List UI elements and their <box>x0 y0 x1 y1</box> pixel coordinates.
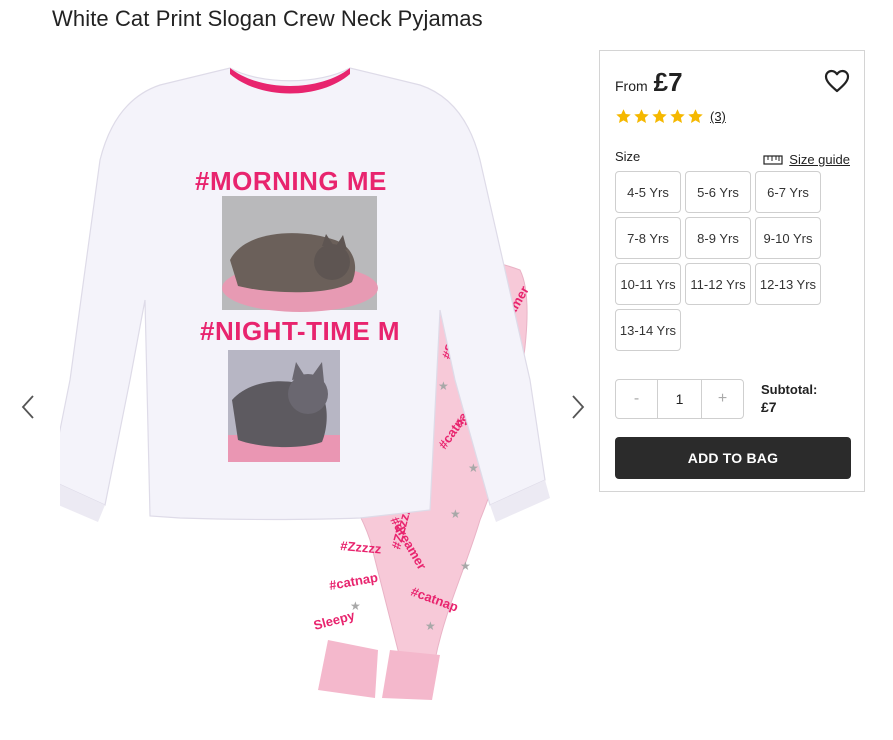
gallery-prev-button[interactable] <box>18 392 40 422</box>
purchase-panel: From £7 (3) Size Size guide 4-5 Yrs 5-6 … <box>599 50 865 492</box>
slogan-top: #MORNING ME <box>195 166 387 196</box>
svg-text:★: ★ <box>460 559 471 573</box>
product-image: #dreamer #Sleepy #catnap #Sleepy #dreame… <box>60 67 550 700</box>
price-row: From £7 <box>615 67 683 98</box>
rating: (3) <box>615 108 726 125</box>
ruler-icon <box>763 154 783 165</box>
slogan-bottom: #NIGHT-TIME M <box>200 316 400 346</box>
size-option[interactable]: 8-9 Yrs <box>685 217 751 259</box>
svg-text:★: ★ <box>350 599 361 613</box>
svg-text:★: ★ <box>468 461 479 475</box>
star-icon <box>616 109 631 123</box>
size-option[interactable]: 11-12 Yrs <box>685 263 751 305</box>
quantity-input[interactable]: 1 <box>658 379 701 419</box>
subtotal-value: £7 <box>761 399 777 415</box>
svg-text:#catnap: #catnap <box>328 570 379 593</box>
chevron-right-icon <box>572 395 585 419</box>
review-count-link[interactable]: (3) <box>710 109 726 124</box>
svg-text:★: ★ <box>438 379 449 393</box>
size-options: 4-5 Yrs 5-6 Yrs 6-7 Yrs 7-8 Yrs 8-9 Yrs … <box>615 171 821 351</box>
size-option[interactable]: 4-5 Yrs <box>615 171 681 213</box>
size-option[interactable]: 9-10 Yrs <box>755 217 821 259</box>
size-option[interactable]: 6-7 Yrs <box>755 171 821 213</box>
size-option[interactable]: 12-13 Yrs <box>755 263 821 305</box>
star-icon <box>670 109 685 123</box>
subtotal-label: Subtotal: <box>761 382 818 397</box>
size-option[interactable]: 5-6 Yrs <box>685 171 751 213</box>
size-option[interactable]: 7-8 Yrs <box>615 217 681 259</box>
svg-text:#Zzzzz: #Zzzzz <box>340 538 383 557</box>
quantity-decrease-button[interactable]: - <box>615 379 658 419</box>
star-icon <box>634 109 649 123</box>
add-to-bag-button[interactable]: ADD TO BAG <box>615 437 851 479</box>
wishlist-button[interactable] <box>824 69 850 93</box>
svg-text:★: ★ <box>425 619 436 633</box>
heart-outline-icon <box>824 69 850 93</box>
quantity-increase-button[interactable]: + <box>701 379 744 419</box>
star-icon <box>652 109 667 123</box>
size-option[interactable]: 10-11 Yrs <box>615 263 681 305</box>
size-label: Size <box>615 149 641 164</box>
quantity-stepper: - 1 + <box>615 379 744 419</box>
size-option[interactable]: 13-14 Yrs <box>615 309 681 351</box>
size-guide-label: Size guide <box>789 152 850 167</box>
pyjama-top: #MORNING ME #NIGHT-TIME M <box>60 67 550 522</box>
rating-stars <box>615 108 704 125</box>
chevron-left-icon <box>21 395 34 419</box>
product-gallery: #dreamer #Sleepy #catnap #Sleepy #dreame… <box>0 50 600 740</box>
from-label: From <box>615 78 648 94</box>
subtotal: Subtotal: £7 <box>761 382 817 415</box>
star-icon <box>688 109 703 123</box>
size-guide-link[interactable]: Size guide <box>763 152 850 167</box>
svg-text:★: ★ <box>450 507 461 521</box>
product-title: White Cat Print Slogan Crew Neck Pyjamas <box>52 6 483 31</box>
gallery-next-button[interactable] <box>566 392 588 422</box>
price: £7 <box>653 67 683 97</box>
